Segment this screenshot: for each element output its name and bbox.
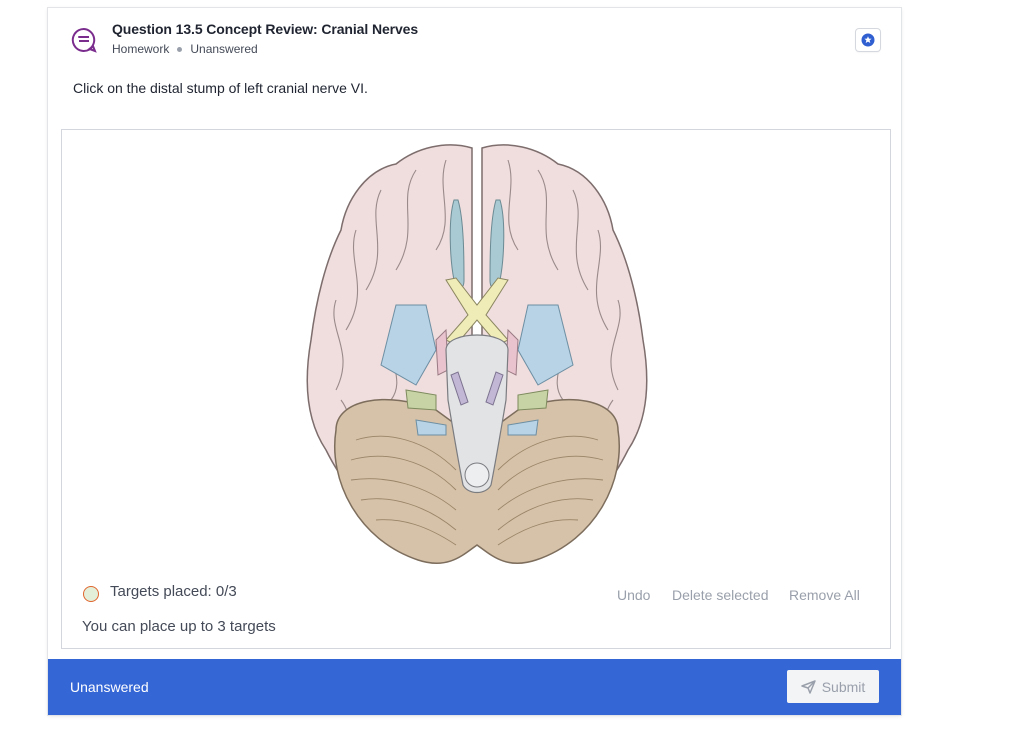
paper-plane-icon bbox=[800, 679, 816, 694]
star-icon bbox=[861, 33, 875, 47]
bookmark-button[interactable] bbox=[856, 29, 880, 51]
answer-footer: Unanswered Submit bbox=[48, 659, 901, 715]
separator-dot bbox=[177, 46, 183, 52]
brain-inferior-view-image[interactable] bbox=[296, 140, 658, 570]
remove-all-button[interactable]: Remove All bbox=[789, 587, 860, 603]
footer-status: Unanswered bbox=[70, 679, 149, 695]
targets-limit-note: You can place up to 3 targets bbox=[82, 618, 276, 635]
question-status: Unanswered bbox=[190, 42, 258, 56]
question-title: Question 13.5 Concept Review: Cranial Ne… bbox=[112, 21, 419, 37]
target-status-icon bbox=[83, 586, 99, 602]
submit-label: Submit bbox=[821, 678, 866, 695]
question-bubble-icon bbox=[71, 27, 97, 53]
question-meta: Homework Unanswered bbox=[112, 42, 258, 56]
question-prompt: Click on the distal stump of left crania… bbox=[73, 80, 368, 96]
delete-selected-button[interactable]: Delete selected bbox=[672, 587, 769, 603]
undo-button[interactable]: Undo bbox=[617, 587, 650, 603]
hotspot-workspace: Targets placed: 0/3 You can place up to … bbox=[61, 129, 891, 649]
question-type: Homework bbox=[112, 42, 170, 56]
targets-placed-count: Targets placed: 0/3 bbox=[110, 583, 237, 600]
submit-button[interactable]: Submit bbox=[787, 670, 879, 703]
